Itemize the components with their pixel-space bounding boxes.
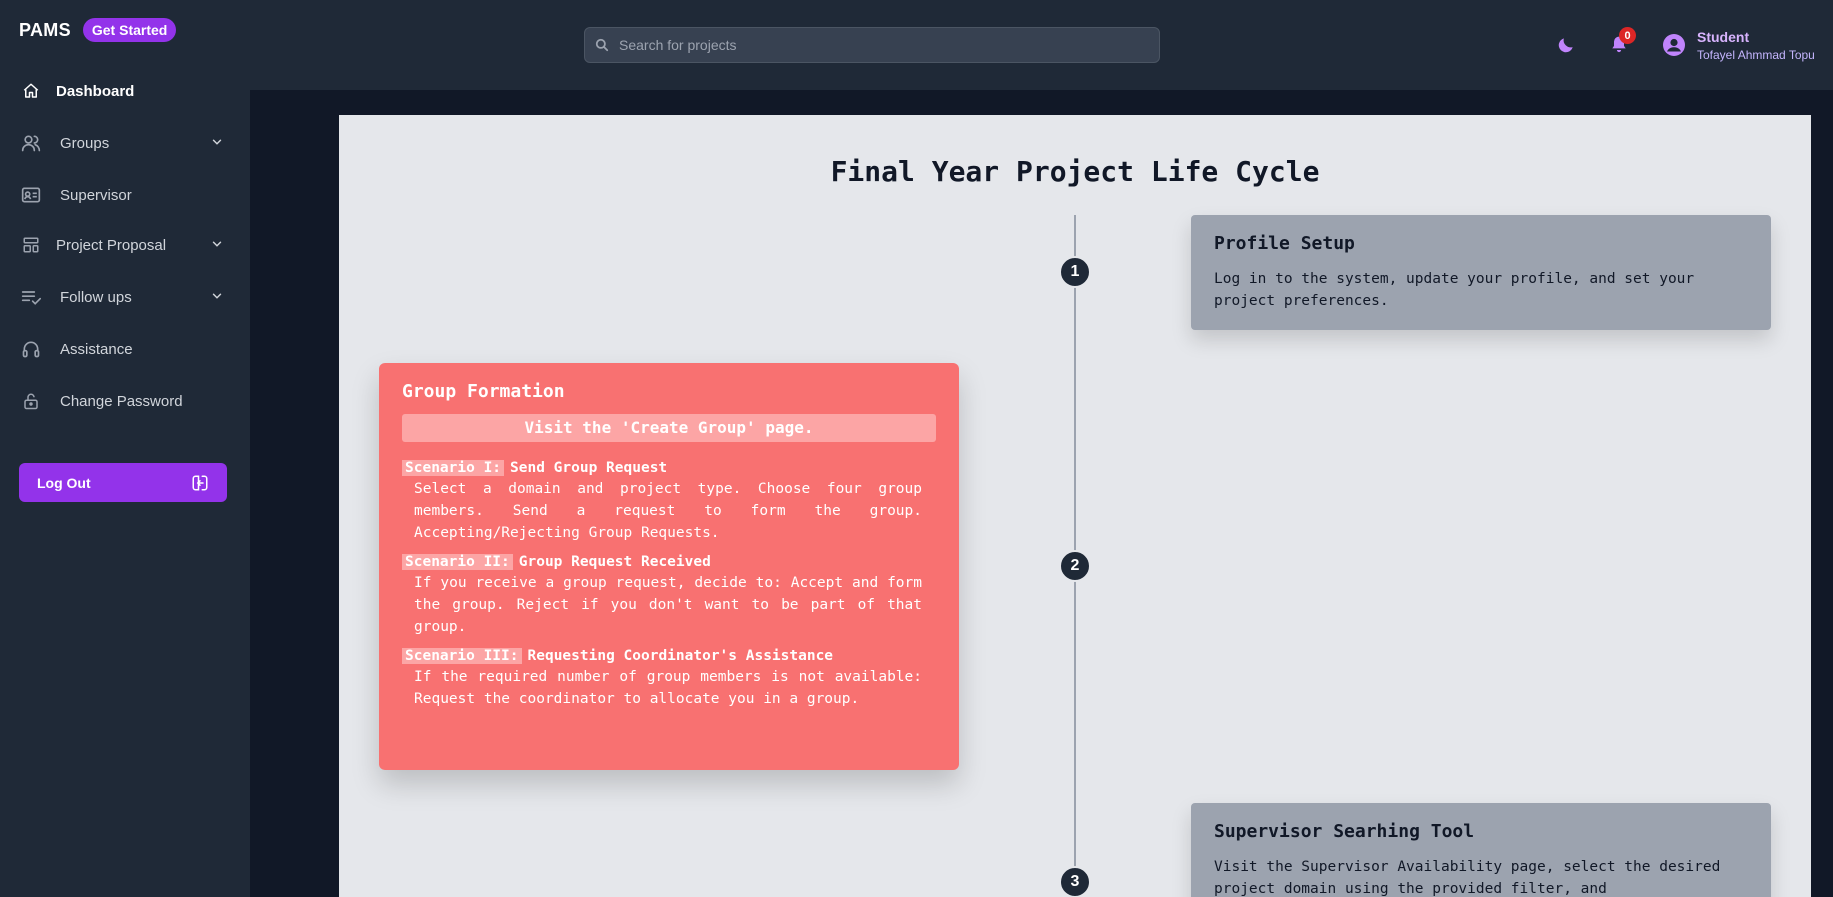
headset-icon: [20, 338, 42, 360]
search-icon: [595, 38, 609, 52]
logout-label: Log Out: [37, 474, 91, 491]
card-body: Visit the Supervisor Availability page, …: [1214, 859, 1721, 897]
step-marker-3: 3: [1059, 866, 1091, 897]
step-marker-1: 1: [1059, 256, 1091, 288]
sidebar-item-change-password[interactable]: Change Password: [0, 379, 250, 423]
layout-icon: [20, 234, 42, 256]
id-card-icon: [20, 184, 42, 206]
sidebar-item-label: Dashboard: [56, 82, 135, 100]
sidebar-item-label: Project Proposal: [56, 236, 167, 254]
brand-name[interactable]: PAMS: [19, 20, 71, 41]
scenario-title: Send Group Request: [510, 460, 668, 476]
get-started-badge[interactable]: Get Started: [82, 18, 177, 42]
scenario-body: Select a domain and project type. Choose…: [414, 481, 922, 541]
sidebar-item-label: Change Password: [60, 392, 183, 410]
sidebar-item-label: Groups: [60, 134, 110, 152]
top-header: 0 Student Tofayel Ahmmad Topu: [250, 0, 1833, 90]
moon-icon[interactable]: [1556, 35, 1576, 55]
sidebar-item-label: Assistance: [60, 340, 133, 358]
scenario-tag: Scenario III:: [402, 648, 522, 664]
card-body: Log in to the system, update your profil…: [1214, 271, 1695, 309]
chevron-down-icon: [212, 139, 222, 145]
profile-setup-card: Profile Setup Log in to the system, upda…: [1191, 215, 1771, 330]
logout-button[interactable]: Log Out: [19, 463, 227, 502]
card-title: Group Formation: [402, 381, 565, 402]
group-formation-card: Group Formation Visit the 'Create Group'…: [379, 363, 959, 770]
checklist-icon: [20, 286, 42, 308]
sidebar: PAMS Get Started Dashboard Groups Superv…: [0, 0, 250, 897]
brand: PAMS Get Started: [19, 18, 177, 42]
sidebar-item-groups[interactable]: Groups: [0, 121, 250, 165]
sidebar-item-dashboard[interactable]: Dashboard: [0, 69, 250, 113]
users-icon: [20, 132, 42, 154]
chevron-down-icon: [212, 293, 222, 299]
card-title: Supervisor Searhing Tool: [1214, 821, 1475, 842]
user-name: Tofayel Ahmmad Topu: [1697, 48, 1815, 62]
supervisor-search-card: Supervisor Searhing Tool Visit the Super…: [1191, 803, 1771, 897]
lifecycle-panel: Final Year Project Life Cycle 1 2 3 Prof…: [339, 115, 1811, 897]
sidebar-item-project-proposal[interactable]: Project Proposal: [0, 223, 250, 267]
sidebar-item-label: Follow ups: [60, 288, 132, 306]
user-avatar-icon[interactable]: [1662, 33, 1686, 57]
visit-create-group-note: Visit the 'Create Group' page.: [402, 414, 936, 442]
search-bar[interactable]: [584, 27, 1160, 63]
scenario-body: If you receive a group request, decide t…: [414, 575, 922, 635]
scenario-heading: Scenario II: Group Request Received: [402, 552, 936, 572]
sidebar-item-assistance[interactable]: Assistance: [0, 327, 250, 371]
scenario-heading: Scenario III: Requesting Coordinator's As…: [402, 646, 936, 666]
logout-icon: [192, 475, 208, 490]
page-title: Final Year Project Life Cycle: [830, 155, 1320, 188]
scenario-block: Scenario II: Group Request Received If yo…: [402, 552, 936, 638]
scenario-heading: Scenario I: Send Group Request: [402, 458, 936, 478]
search-input[interactable]: [619, 37, 1139, 53]
step-marker-2: 2: [1059, 550, 1091, 582]
scenario-block: Scenario I: Send Group Request Select a d…: [402, 458, 936, 544]
scenario-body: If the required number of group members …: [414, 669, 922, 707]
notification-count-badge: 0: [1619, 27, 1636, 44]
sidebar-item-follow-ups[interactable]: Follow ups: [0, 275, 250, 319]
card-title: Profile Setup: [1214, 233, 1355, 254]
chevron-down-icon: [212, 241, 222, 247]
scenario-title: Requesting Coordinator's Assistance: [527, 648, 834, 664]
sidebar-item-supervisor[interactable]: Supervisor: [0, 173, 250, 217]
sidebar-item-label: Supervisor: [60, 186, 132, 204]
scenario-title: Group Request Received: [518, 554, 711, 570]
lock-icon: [20, 390, 42, 412]
user-role: Student: [1697, 29, 1750, 45]
scenario-tag: Scenario I:: [402, 460, 505, 476]
scenario-tag: Scenario II:: [402, 554, 513, 570]
home-icon: [20, 80, 42, 102]
scenario-block: Scenario III: Requesting Coordinator's As…: [402, 646, 936, 710]
